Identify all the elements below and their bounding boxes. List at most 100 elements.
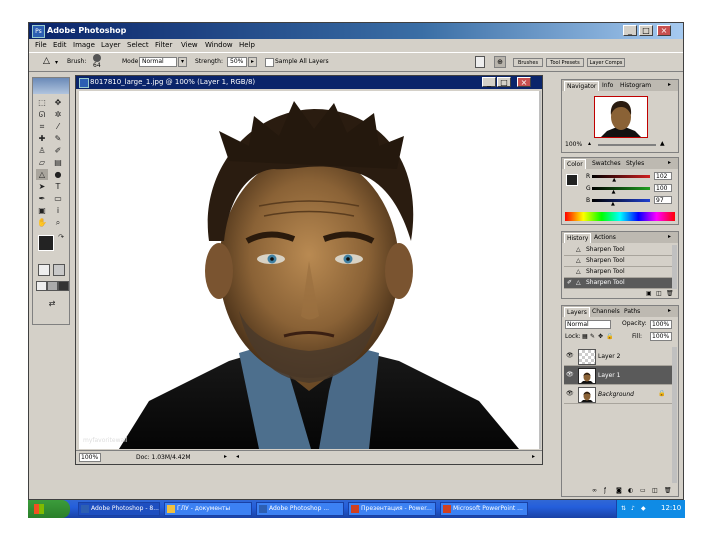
channel-r-value[interactable]: 102 <box>654 172 672 180</box>
minimize-button[interactable]: _ <box>623 25 637 36</box>
navigator-menu-icon[interactable]: ▸ <box>668 81 671 89</box>
menu-layer[interactable]: Layer <box>101 41 121 49</box>
scroll-left-arrow-icon[interactable]: ◂ <box>236 453 239 461</box>
delete-layer-icon[interactable]: 🗑 <box>664 487 672 495</box>
document-minimize-button[interactable]: _ <box>482 77 496 87</box>
layer-mask-icon[interactable]: ◙ <box>616 487 622 495</box>
delete-state-icon[interactable]: 🗑 <box>666 290 674 298</box>
quick-mask-mode-icon[interactable] <box>53 264 65 276</box>
tab-info[interactable]: Info <box>600 81 615 90</box>
pen-tool-icon[interactable]: ✒ <box>36 193 48 204</box>
document-close-button[interactable]: × <box>517 77 531 87</box>
gradient-tool-icon[interactable]: ▤ <box>52 157 64 168</box>
menu-select[interactable]: Select <box>127 41 149 49</box>
color-spectrum-ramp[interactable] <box>565 212 675 221</box>
well-tab-tool-presets[interactable]: Tool Presets <box>546 58 584 67</box>
taskbar-item-powerpoint[interactable]: Microsoft PowerPoint ... <box>440 502 528 516</box>
notes-tool-icon[interactable]: ▣ <box>36 205 48 216</box>
lock-image-icon[interactable]: ✎ <box>590 333 595 341</box>
tab-styles[interactable]: Styles <box>624 159 646 168</box>
new-layer-icon[interactable]: ◫ <box>652 487 658 495</box>
language-tray-icon[interactable]: ◆ <box>641 505 646 513</box>
blend-mode-select[interactable]: Normal <box>565 320 611 329</box>
navigator-zoom-slider[interactable] <box>598 144 656 146</box>
well-tab-brushes[interactable]: Brushes <box>513 58 543 67</box>
move-tool-icon[interactable]: ✥ <box>52 97 64 108</box>
zoom-out-icon[interactable]: ▴ <box>588 140 591 148</box>
scroll-right-arrow-icon[interactable]: ▸ <box>532 453 535 461</box>
history-brush-tool-icon[interactable]: ✐ <box>52 145 64 156</box>
dodge-tool-icon[interactable]: ● <box>52 169 64 180</box>
document-title-bar[interactable]: 8017810_large_1.jpg @ 100% (Layer 1, RGB… <box>76 76 542 89</box>
lock-all-icon[interactable]: 🔒 <box>606 333 613 341</box>
new-group-icon[interactable]: ▭ <box>640 487 646 495</box>
menu-window[interactable]: Window <box>205 41 233 49</box>
image-canvas[interactable]: myfavoritewall <box>79 91 539 449</box>
tab-navigator[interactable]: Navigator <box>564 81 600 91</box>
screen-mode-standard-icon[interactable] <box>36 281 47 291</box>
brush-tool-icon[interactable]: ✎ <box>52 133 64 144</box>
new-snapshot-icon[interactable]: ◫ <box>656 290 662 298</box>
lasso-tool-icon[interactable]: ᘏ <box>36 109 48 120</box>
history-item[interactable]: △ Sharpen Tool <box>564 267 672 278</box>
taskbar-item-folder[interactable]: ГЛУ - документы <box>164 502 252 516</box>
lock-position-icon[interactable]: ✥ <box>598 333 603 341</box>
path-selection-tool-icon[interactable]: ➤ <box>36 181 48 192</box>
eyedropper-tool-icon[interactable]: ⅰ <box>52 205 64 216</box>
maximize-button[interactable]: □ <box>639 25 653 36</box>
taskbar-item-photoshop-2[interactable]: Adobe Photoshop ... <box>256 502 344 516</box>
layer-style-icon[interactable]: ƒ <box>604 487 606 495</box>
channel-g-value[interactable]: 100 <box>654 184 672 192</box>
history-item[interactable]: △ Sharpen Tool <box>564 256 672 267</box>
layer-row[interactable]: 👁 Background 🔒 <box>564 385 672 404</box>
foreground-color-swatch[interactable] <box>38 235 54 251</box>
sample-all-checkbox[interactable] <box>265 58 274 67</box>
magic-wand-tool-icon[interactable]: ✲ <box>52 109 64 120</box>
channel-b-value[interactable]: 97 <box>654 196 672 204</box>
menu-edit[interactable]: Edit <box>53 41 67 49</box>
close-button[interactable]: × <box>657 25 671 36</box>
sharpen-tool-button-icon[interactable]: △ <box>36 169 48 180</box>
shape-tool-icon[interactable]: ▭ <box>52 193 64 204</box>
menu-view[interactable]: View <box>181 41 198 49</box>
strength-input[interactable]: 50% <box>227 57 247 67</box>
swap-colors-icon[interactable]: ↷ <box>55 232 67 243</box>
visibility-eye-icon[interactable]: 👁 <box>566 352 574 360</box>
tab-channels[interactable]: Channels <box>590 307 622 316</box>
taskbar-item-presentation[interactable]: Презентация - Power... <box>348 502 436 516</box>
tab-history[interactable]: History <box>564 233 592 243</box>
mode-select[interactable]: Normal <box>139 57 177 67</box>
history-item[interactable]: △ Sharpen Tool <box>564 245 672 256</box>
tab-actions[interactable]: Actions <box>592 233 618 242</box>
layers-menu-icon[interactable]: ▸ <box>668 307 671 315</box>
screen-mode-menu-icon[interactable] <box>47 281 58 291</box>
title-bar[interactable]: Ps Adobe Photoshop _ □ × <box>29 23 683 39</box>
taskbar-item-photoshop[interactable]: Adobe Photoshop - 8... <box>78 502 160 516</box>
sharpen-tool-icon[interactable]: △ <box>43 56 50 66</box>
well-tab-layer-comps[interactable]: Layer Comps <box>587 58 625 67</box>
eraser-tool-icon[interactable]: ▱ <box>36 157 48 168</box>
tab-color[interactable]: Color <box>564 159 586 169</box>
strength-slider-icon[interactable]: ▸ <box>248 57 257 67</box>
tool-preset-arrow-icon[interactable]: ▾ <box>55 58 58 67</box>
menu-file[interactable]: File <box>35 41 47 49</box>
lock-transparency-icon[interactable]: ▦ <box>582 333 588 341</box>
layer-row-selected[interactable]: 👁 Layer 1 <box>564 366 672 385</box>
tab-paths[interactable]: Paths <box>622 307 642 316</box>
clock[interactable]: 12:10 <box>661 504 681 513</box>
channel-r-slider[interactable] <box>592 175 650 178</box>
status-menu-arrow-icon[interactable]: ▸ <box>224 453 227 461</box>
file-browser-icon[interactable] <box>475 56 485 68</box>
type-tool-icon[interactable]: T <box>52 181 64 192</box>
palette-well-icon[interactable]: ⊕ <box>494 56 506 68</box>
color-menu-icon[interactable]: ▸ <box>668 159 671 167</box>
layer-name[interactable]: Background <box>598 391 634 399</box>
brush-preview-icon[interactable] <box>93 54 101 62</box>
channel-b-marker[interactable]: ▲ <box>611 202 615 207</box>
zoom-in-icon[interactable]: ▲ <box>660 140 665 148</box>
menu-image[interactable]: Image <box>73 41 95 49</box>
visibility-eye-icon[interactable]: 👁 <box>566 390 574 398</box>
screen-mode-full-icon[interactable] <box>58 281 69 291</box>
jump-to-imageready-icon[interactable]: ⇄ <box>44 298 60 309</box>
adjustment-layer-icon[interactable]: ◐ <box>628 487 633 495</box>
